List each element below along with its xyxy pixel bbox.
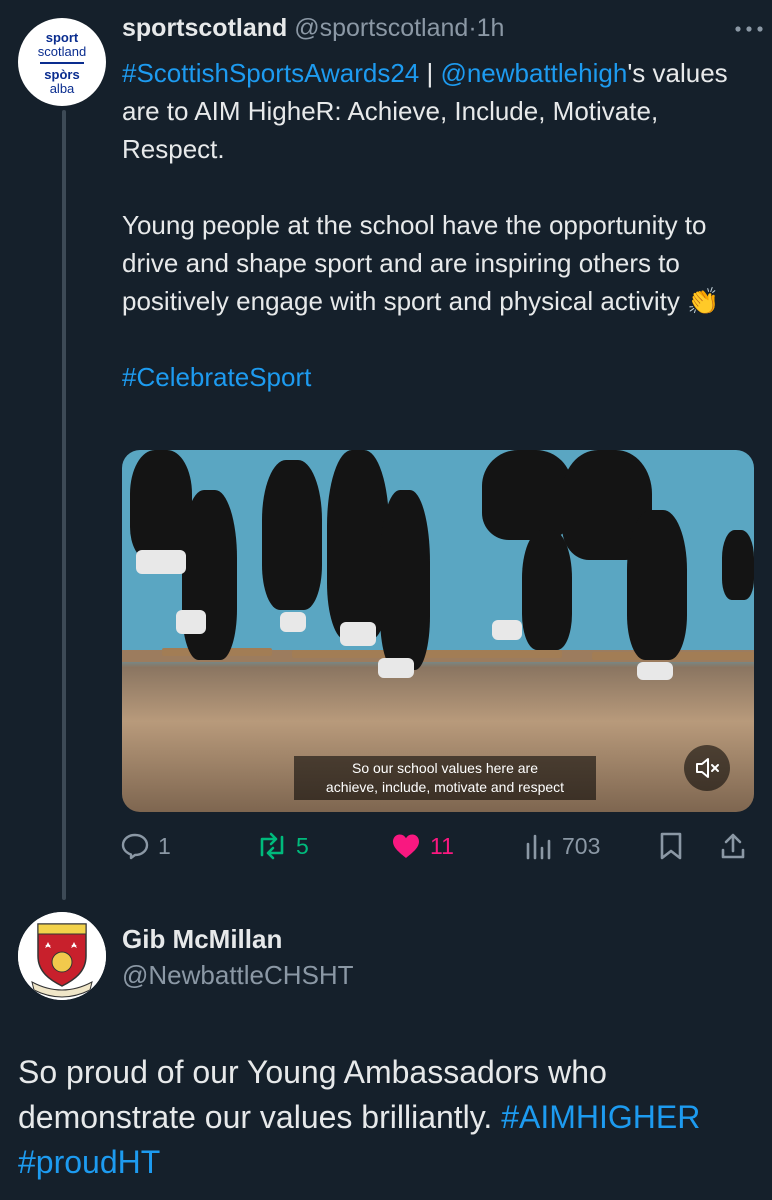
tweet-action-bar: 1 5 11 703: [0, 826, 772, 866]
video-caption: So our school values here are achieve, i…: [294, 756, 596, 800]
gym-bench: [292, 650, 562, 658]
share-button[interactable]: [718, 826, 748, 866]
avatar-text-line: spòrs: [44, 67, 80, 82]
reply-icon: [121, 833, 149, 860]
reply-count: 1: [158, 832, 171, 859]
dancer-figure: [262, 460, 322, 610]
tweet-paragraph: #CelebrateSport: [122, 358, 752, 396]
tweet-timestamp[interactable]: 1h: [477, 14, 505, 42]
sneaker: [637, 662, 673, 680]
dancer-figure: [482, 450, 572, 540]
reply-button[interactable]: 1: [120, 826, 171, 866]
sportscotland-avatar[interactable]: sport scotland spòrs alba: [18, 18, 106, 106]
more-options-icon[interactable]: [734, 22, 764, 34]
reply-author-handle[interactable]: @NewbattleCHSHT: [122, 960, 354, 991]
tweet-paragraph: #ScottishSportsAwards24 | @newbattlehigh…: [122, 54, 752, 168]
school-crest-logo: [18, 912, 106, 1000]
hashtag-link[interactable]: #proudHT: [18, 1144, 160, 1180]
sneaker: [378, 658, 414, 678]
author-handle[interactable]: @sportscotland: [294, 14, 468, 42]
hashtag-link[interactable]: #ScottishSportsAwards24: [122, 58, 419, 88]
views-button[interactable]: 703: [524, 826, 600, 866]
gib-mcmillan-avatar[interactable]: [18, 912, 106, 1000]
video-player[interactable]: So our school values here are achieve, i…: [122, 450, 754, 812]
mute-toggle-button[interactable]: [684, 745, 730, 791]
dancer-figure: [380, 490, 430, 670]
avatar-divider: [40, 62, 84, 64]
caption-line: achieve, include, motivate and respect: [325, 779, 565, 795]
views-bar-chart-icon: [526, 834, 551, 860]
dancer-figure: [182, 490, 237, 660]
hashtag-link[interactable]: #AIMHIGHER: [501, 1099, 700, 1135]
avatar-text-line: alba: [49, 81, 75, 96]
speaker-muted-icon: [696, 758, 719, 778]
like-button[interactable]: 11: [390, 826, 454, 866]
thread-connector-line: [62, 110, 66, 900]
tweet-header: sportscotland @sportscotland·1h: [122, 14, 504, 43]
author-name[interactable]: sportscotland: [122, 14, 287, 42]
clapping-hands-emoji: 👏: [687, 286, 720, 316]
reply-text: So proud of our Young Ambassadors who de…: [18, 1050, 758, 1185]
view-count: 703: [562, 832, 601, 859]
mention-link[interactable]: @newbattlehigh: [440, 58, 627, 88]
tweet-text-segment: Young people at the school have the oppo…: [122, 210, 707, 316]
tweet-text: #ScottishSportsAwards24 | @newbattlehigh…: [122, 54, 752, 396]
retweet-button[interactable]: 5: [256, 826, 309, 866]
retweet-count: 5: [296, 832, 309, 859]
like-count: 11: [430, 832, 454, 859]
sneaker: [492, 620, 522, 640]
dancer-figure: [522, 530, 572, 650]
dancer-figure: [627, 510, 687, 660]
tweet-paragraph: Young people at the school have the oppo…: [122, 206, 752, 320]
bookmark-icon: [660, 832, 682, 860]
heart-icon: [393, 834, 419, 858]
header-separator: ·: [468, 14, 477, 42]
text-divider: |: [419, 58, 441, 88]
avatar-text-line: scotland: [37, 44, 87, 59]
bookmark-button[interactable]: [658, 826, 684, 866]
retweet-icon: [260, 832, 284, 860]
sneaker: [136, 550, 186, 574]
sneaker: [176, 610, 206, 634]
dancer-figure: [722, 530, 754, 600]
avatar-text-line: sport: [45, 30, 79, 45]
share-icon: [721, 833, 745, 859]
sneaker: [280, 612, 306, 632]
hashtag-link[interactable]: #CelebrateSport: [122, 362, 311, 392]
sneaker: [340, 622, 376, 646]
reply-author-name[interactable]: Gib McMillan: [122, 924, 282, 955]
caption-line: So our school values here are: [352, 760, 538, 776]
